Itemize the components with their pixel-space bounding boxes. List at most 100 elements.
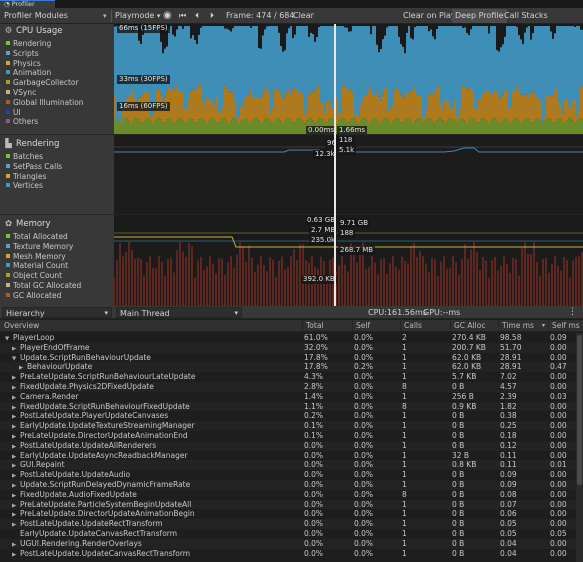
memory-legend-item[interactable]: Total Allocated (6, 232, 68, 242)
table-row[interactable]: ▶ PostLateUpdate.UpdateRectTransform 0.0% 0… (0, 519, 576, 529)
column-header-time-ms[interactable]: Time ms ▾ (498, 320, 548, 332)
cpu-activity-bar (174, 89, 176, 124)
table-row[interactable]: ▶ FixedUpdate.AudioFixedUpdate 0.0% 0.0% 8 0 … (0, 490, 576, 500)
cpu-activity-bar (454, 26, 456, 101)
cpu-activity-bar (186, 121, 188, 134)
cpu-activity-bar (114, 96, 116, 118)
cpu-usage-graph[interactable] (114, 24, 583, 134)
table-row[interactable]: ▼ Update.ScriptRunBehaviourUpdate 17.8% 0.0… (0, 353, 576, 363)
table-row[interactable]: ▶ PostLateUpdate.PlayerUpdateCanvases 0.2%… (0, 411, 576, 421)
column-header-calls[interactable]: Calls (400, 320, 450, 332)
table-row[interactable]: ▶ FixedUpdate.Physics2DFixedUpdate 2.8% 0.0… (0, 381, 576, 392)
table-row[interactable]: ▶ BehaviourUpdate 17.8% 0.2% 1 62.0 KB 28.91 0.… (0, 362, 576, 373)
rendering-legend-item[interactable]: Vertices (6, 181, 43, 191)
cpu-activity-bar (178, 118, 180, 134)
memory-legend-item[interactable]: Mesh Memory (6, 252, 66, 262)
column-header-overview[interactable]: Overview (4, 320, 39, 332)
column-header-total[interactable]: Total (302, 320, 352, 332)
table-row[interactable]: ▶ PlayerEndOfFrame 32.0% 0.0% 1 200.7 KB 51.70… (0, 342, 576, 353)
frame-cursor-line[interactable] (334, 24, 336, 306)
table-row[interactable]: ▶ PreLateUpdate.ScriptRunBehaviourLateUpd… (0, 372, 576, 382)
cpu-activity-bar (440, 118, 442, 134)
next-frame-icon[interactable]: ⏵ (210, 8, 214, 24)
table-row[interactable]: ▶ Update.ScriptRunDelayedDynamicFrameRate… (0, 479, 576, 490)
cpu-legend-item[interactable]: UI (6, 108, 21, 118)
column-header-self-ms[interactable]: Self ms (548, 320, 583, 332)
table-row[interactable]: ▶ PostLateUpdate.UpdateCanvasRectTransfor… (0, 549, 576, 559)
memory-legend-item[interactable]: Material Count (6, 261, 68, 271)
row-name-label: PostLateUpdate.UpdateCanvasRectTransform (20, 548, 191, 558)
record-icon[interactable]: ◉ (163, 8, 172, 24)
cpu-activity-bar (278, 32, 280, 90)
cpu-activity-bar (476, 26, 478, 111)
cpu-legend-item[interactable]: Physics (6, 59, 41, 69)
view-type-dropdown[interactable]: Hierarchy ▾ (2, 307, 112, 318)
table-row[interactable]: ▶ PostLateUpdate.UpdateAudio 0.0% 0.0% 1 0 B0… (0, 470, 576, 480)
clear-button[interactable]: Clear (290, 9, 317, 23)
cpu-activity-bar (166, 46, 168, 92)
table-row[interactable]: ▶ UGUI.Rendering.RenderOverlays 0.0% 0.0% 1 0… (0, 538, 576, 549)
table-row[interactable]: ▶ PreLateUpdate.ParticleSystemBeginUpdate… (0, 499, 576, 510)
playmode-dropdown[interactable]: Playmode ▾ (115, 8, 160, 24)
cpu-activity-bar (312, 91, 314, 121)
cpu-activity-bar (518, 35, 520, 90)
cpu-module-header[interactable]: ⚙ CPU Usage (4, 26, 63, 36)
table-row[interactable]: ▶ Camera.Render 1.4% 0.0% 1 256 B 2.39 0.03 (0, 392, 576, 402)
memory-legend-item[interactable]: Texture Memory (6, 242, 73, 252)
table-row[interactable]: ▶ EarlyUpdate.UpdateAsyncReadbackManager 0… (0, 451, 576, 461)
cpu-legend-item[interactable]: Rendering (6, 39, 51, 49)
rendering-legend-item[interactable]: Batches (6, 152, 43, 162)
table-row[interactable]: ▶ PreLateUpdate.DirectorUpdateAnimationEn… (0, 431, 576, 441)
row-calls-cell: 1 (402, 421, 407, 431)
cpu-activity-bar (198, 119, 200, 134)
cpu-legend-item[interactable]: Others (6, 117, 38, 127)
cpu-activity-bar (284, 120, 286, 134)
memory-legend-item[interactable]: GC Allocated (6, 291, 61, 301)
table-row[interactable]: ▶ PreLateUpdate.DirectorUpdateAnimationBe… (0, 509, 576, 519)
cpu-activity-bar (352, 26, 354, 93)
collapsed-arrow-icon[interactable]: ▶ (12, 551, 20, 561)
clear-on-play-button[interactable]: Clear on Play (400, 9, 459, 23)
memory-legend-item[interactable]: Total GC Allocated (6, 281, 81, 291)
scrollbar-thumb[interactable] (577, 335, 582, 485)
row-gc-cell: 0 B (452, 421, 465, 431)
rendering-legend-item[interactable]: SetPass Calls (6, 162, 62, 172)
first-frame-icon[interactable]: ⏮ (179, 8, 186, 24)
cpu-activity-bar (242, 26, 244, 108)
table-row[interactable]: ▶ PostLateUpdate.UpdateAllRenderers 0.0% 0.… (0, 440, 576, 451)
table-row[interactable]: ▶ EarlyUpdate.UpdateTextureStreamingManag… (0, 421, 576, 431)
row-name-label: BehaviourUpdate (27, 362, 93, 372)
rendering-module-header[interactable]: ▙ Rendering (4, 139, 59, 149)
previous-frame-icon[interactable]: ⏴ (195, 8, 199, 24)
table-row[interactable]: ▶ FixedUpdate.ScriptRunBehaviourFixedUpda… (0, 401, 576, 412)
deep-profile-button[interactable]: Deep Profile (452, 9, 507, 23)
cpu-legend-item[interactable]: Animation (6, 68, 51, 78)
cpu-legend-item[interactable]: Global Illumination (6, 98, 84, 108)
cpu-legend-item[interactable]: Scripts (6, 49, 39, 59)
cpu-activity-bar (456, 122, 458, 134)
cpu-activity-bar (278, 89, 280, 119)
rendering-legend-item[interactable]: Triangles (6, 172, 46, 182)
more-options-icon[interactable]: ⋮ (568, 306, 577, 319)
column-header-gc-alloc[interactable]: GC Alloc (450, 320, 498, 332)
chevron-down-icon[interactable]: ▾ (103, 8, 107, 24)
table-row[interactable]: ▶ GUI.Repaint 0.0% 0.0% 1 0.8 KB 0.11 0.01 (0, 460, 576, 471)
cpu-activity-bar (492, 118, 494, 134)
cpu-legend-item[interactable]: VSync (6, 88, 36, 98)
cpu-activity-bar (206, 26, 208, 98)
cpu-activity-bar (480, 26, 482, 100)
row-total-cell: 0.0% (304, 499, 324, 509)
table-row[interactable]: ▼ PlayerLoop 61.0% 0.0% 2 270.4 KB 98.58 0.09 (0, 333, 576, 343)
memory-module-header[interactable]: ✿ Memory (4, 219, 51, 229)
profiler-window-tab[interactable]: ◔ Profiler (0, 0, 55, 8)
call-stacks-button[interactable]: Call Stacks (501, 9, 551, 23)
cpu-activity-bar (546, 118, 548, 134)
row-time-cell: 0.05 (500, 519, 517, 529)
thread-dropdown[interactable]: Main Thread ▾ (116, 307, 242, 318)
profiler-modules-dropdown[interactable]: Profiler Modules (4, 8, 68, 24)
memory-legend-item[interactable]: Object Count (6, 271, 62, 281)
cpu-activity-bar (416, 118, 418, 134)
cpu-legend-item[interactable]: GarbageCollector (6, 78, 79, 88)
table-row[interactable]: EarlyUpdate.UpdateCanvasRectTransform 0.0… (0, 529, 576, 539)
column-header-self[interactable]: Self (352, 320, 400, 332)
